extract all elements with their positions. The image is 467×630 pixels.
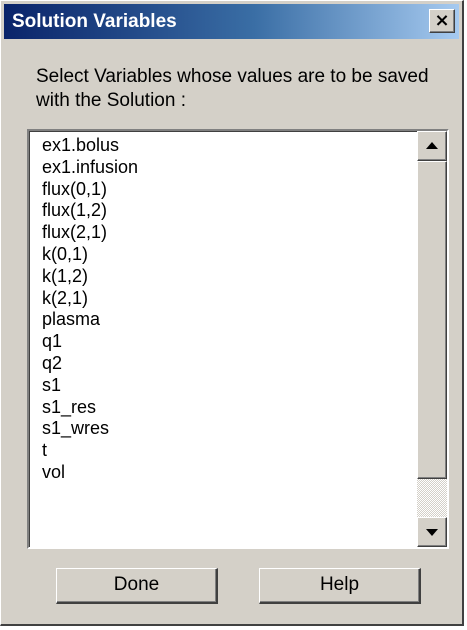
list-item[interactable]: q2 [29, 353, 417, 375]
list-item[interactable]: flux(2,1) [29, 222, 417, 244]
list-item[interactable]: s1_res [29, 397, 417, 419]
help-button[interactable]: Help [259, 568, 421, 604]
scroll-track[interactable] [417, 479, 447, 517]
instruction-text: Select Variables whose values are to be … [36, 66, 429, 111]
list-item[interactable]: s1_wres [29, 418, 417, 440]
variables-listbox[interactable]: ex1.bolus ex1.infusion flux(0,1) flux(1,2) f… [27, 129, 449, 549]
title-bar[interactable]: Solution Variables × [4, 4, 459, 39]
done-button[interactable]: Done [56, 568, 218, 604]
scroll-up-button[interactable] [417, 131, 447, 161]
list-item[interactable]: t [29, 440, 417, 462]
close-button[interactable]: × [429, 9, 455, 33]
arrow-up-icon [426, 142, 438, 149]
scroll-thumb[interactable] [417, 161, 447, 479]
list-item[interactable]: flux(0,1) [29, 179, 417, 201]
list-item[interactable]: plasma [29, 309, 417, 331]
list-item[interactable]: k(0,1) [29, 244, 417, 266]
arrow-down-icon [426, 529, 438, 536]
variables-list: ex1.bolus ex1.infusion flux(0,1) flux(1,2) f… [29, 135, 417, 484]
solution-variables-dialog: Solution Variables × Select Variables wh… [0, 0, 464, 626]
list-item[interactable]: flux(1,2) [29, 200, 417, 222]
list-item[interactable]: s1 [29, 375, 417, 397]
list-item[interactable]: ex1.infusion [29, 157, 417, 179]
list-item[interactable]: k(2,1) [29, 288, 417, 310]
list-item[interactable]: q1 [29, 331, 417, 353]
list-item[interactable]: k(1,2) [29, 266, 417, 288]
dialog-title: Solution Variables [12, 11, 177, 32]
vertical-scrollbar[interactable] [417, 131, 447, 547]
list-item[interactable]: ex1.bolus [29, 135, 417, 157]
scroll-down-button[interactable] [417, 517, 447, 547]
list-item[interactable]: vol [29, 462, 417, 484]
close-icon: × [434, 10, 450, 31]
